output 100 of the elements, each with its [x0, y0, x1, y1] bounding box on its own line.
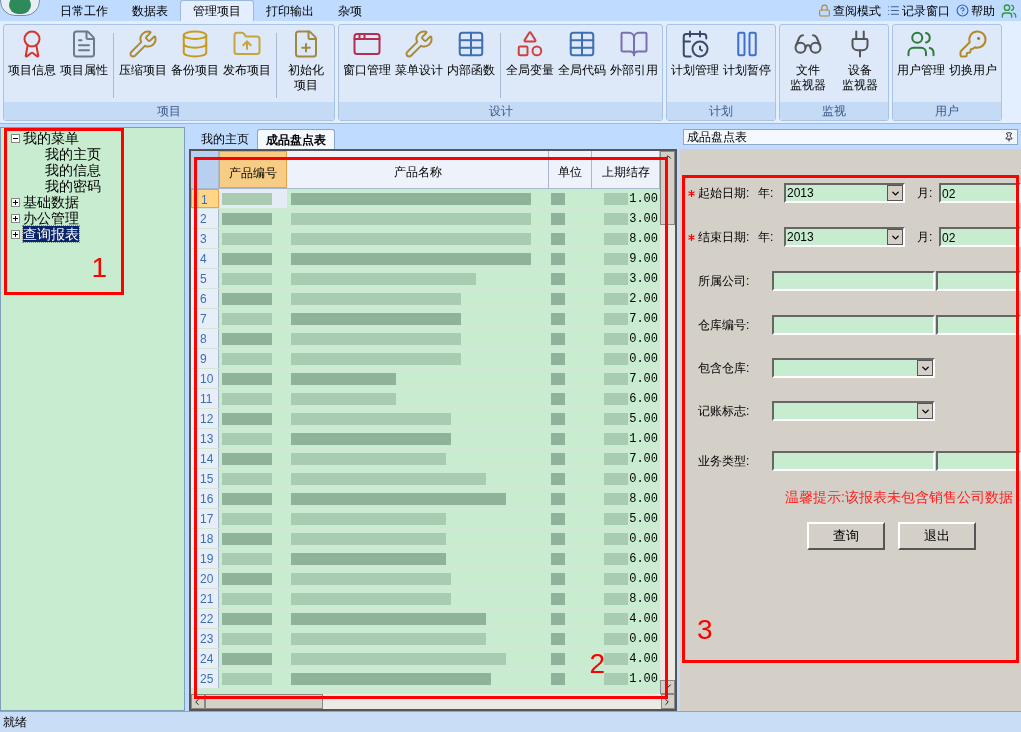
- input-field[interactable]: [936, 271, 1021, 291]
- ribbon-button[interactable]: 全局变量: [504, 29, 556, 102]
- month-field[interactable]: 02: [939, 183, 1021, 203]
- ribbon-button[interactable]: 全局代码: [556, 29, 608, 102]
- row-number[interactable]: 18: [191, 529, 219, 548]
- menu-tab[interactable]: 杂项: [326, 0, 374, 21]
- ribbon-button[interactable]: 压缩项目: [117, 29, 169, 102]
- column-header[interactable]: 产品名称: [287, 151, 549, 188]
- ribbon-button[interactable]: 项目属性: [58, 29, 110, 102]
- row-number[interactable]: 5: [191, 269, 219, 288]
- table-cell-text: 6.00: [629, 390, 658, 408]
- tree-item[interactable]: 办公管理: [23, 210, 79, 226]
- wrench-icon: [404, 29, 434, 59]
- blurred-text: [551, 432, 565, 445]
- table-icon: [456, 29, 486, 59]
- blurred-text: [604, 632, 629, 645]
- menu-tab[interactable]: 数据表: [120, 0, 180, 21]
- input-field[interactable]: [936, 451, 1021, 471]
- blurred-text: [551, 632, 565, 645]
- row-number[interactable]: 8: [191, 329, 219, 348]
- column-header[interactable]: 单位: [549, 151, 592, 188]
- tree-item[interactable]: 基础数据: [23, 194, 79, 210]
- menu-tab[interactable]: 打印输出: [254, 0, 326, 21]
- row-number[interactable]: 21: [191, 589, 219, 608]
- input-field[interactable]: [772, 271, 935, 291]
- table-cell-text: 0.00: [629, 470, 658, 488]
- row-number[interactable]: 25: [191, 669, 219, 688]
- dialog-button[interactable]: 查询: [807, 522, 885, 550]
- row-number[interactable]: 17: [191, 509, 219, 528]
- table-cell-text: 3.00: [629, 210, 658, 228]
- row-number[interactable]: 22: [191, 609, 219, 628]
- scroll-left-icon[interactable]: [192, 696, 202, 707]
- row-number[interactable]: 16: [191, 489, 219, 508]
- row-number[interactable]: 20: [191, 569, 219, 588]
- year-dropdown[interactable]: 2013: [784, 227, 905, 247]
- row-number[interactable]: 13: [191, 429, 219, 448]
- input-field[interactable]: [936, 315, 1021, 335]
- top-link[interactable]: 帮助: [956, 1, 995, 20]
- table-cell-text: 7.00: [629, 310, 658, 328]
- ribbon-button[interactable]: 发布项目: [221, 29, 273, 102]
- input-field[interactable]: [772, 451, 935, 471]
- ribbon-button[interactable]: 内部函数: [445, 29, 497, 102]
- blurred-text: [222, 532, 272, 545]
- ribbon-button[interactable]: 外部引用: [608, 29, 660, 102]
- ribbon-button[interactable]: 计划管理: [669, 29, 721, 102]
- blurred-text: [604, 292, 629, 305]
- document-tab[interactable]: 成品盘点表: [257, 129, 335, 149]
- row-number[interactable]: 11: [191, 389, 219, 408]
- ribbon-button[interactable]: 切换用户: [947, 29, 999, 102]
- ribbon-button[interactable]: 项目信息: [6, 29, 58, 102]
- menu-tab[interactable]: 管理项目: [180, 0, 254, 21]
- row-number[interactable]: 6: [191, 289, 219, 308]
- expand-icon[interactable]: [11, 197, 20, 207]
- row-number[interactable]: 23: [191, 629, 219, 648]
- ribbon-button[interactable]: 备份项目: [169, 29, 221, 102]
- expand-icon[interactable]: [11, 213, 20, 223]
- ribbon-button[interactable]: 窗口管理: [341, 29, 393, 102]
- ribbon-button[interactable]: 文件 监视器: [782, 29, 834, 102]
- users-icon[interactable]: [1001, 2, 1017, 19]
- row-number[interactable]: 7: [191, 309, 219, 328]
- ribbon-button[interactable]: 初始化 项目: [280, 29, 332, 102]
- field-label: 记账标志:: [697, 403, 751, 420]
- ribbon-button[interactable]: 菜单设计: [393, 29, 445, 102]
- tree-item[interactable]: 我的菜单: [23, 130, 79, 146]
- blurred-text: [604, 512, 629, 525]
- menu-tab[interactable]: 日常工作: [48, 0, 120, 21]
- input-field[interactable]: [772, 315, 935, 335]
- dropdown-field[interactable]: [772, 358, 935, 378]
- tree-item[interactable]: 我的密码: [45, 178, 101, 194]
- row-number[interactable]: 1: [191, 189, 219, 208]
- tree-item[interactable]: 我的主页: [45, 146, 101, 162]
- ribbon-button[interactable]: 用户管理: [895, 29, 947, 102]
- top-link[interactable]: 查阅模式: [818, 1, 881, 20]
- row-number[interactable]: 3: [191, 229, 219, 248]
- row-number[interactable]: 19: [191, 549, 219, 568]
- row-number[interactable]: 9: [191, 349, 219, 368]
- expand-icon[interactable]: [11, 229, 20, 239]
- blurred-text: [222, 432, 272, 445]
- dialog-button[interactable]: 退出: [898, 522, 976, 550]
- collapse-icon[interactable]: [11, 133, 20, 143]
- row-number[interactable]: 10: [191, 369, 219, 388]
- ribbon-button[interactable]: 计划暂停: [721, 29, 773, 102]
- row-number[interactable]: 24: [191, 649, 219, 668]
- row-number[interactable]: 15: [191, 469, 219, 488]
- field-label: 结束日期:: [698, 229, 751, 246]
- row-number[interactable]: 12: [191, 409, 219, 428]
- month-field[interactable]: 02: [939, 227, 1021, 247]
- ribbon-button[interactable]: 设备 监视器: [834, 29, 886, 102]
- row-number[interactable]: 4: [191, 249, 219, 268]
- pin-icon[interactable]: [1004, 132, 1014, 142]
- year-dropdown[interactable]: 2013: [784, 183, 905, 203]
- row-number[interactable]: 2: [191, 209, 219, 228]
- document-tab[interactable]: 我的主页: [193, 129, 257, 149]
- row-number[interactable]: 14: [191, 449, 219, 468]
- top-link[interactable]: 记录窗口: [887, 1, 950, 20]
- tree-item[interactable]: 查询报表: [23, 226, 79, 242]
- table-cell-text: 3.00: [629, 270, 658, 288]
- scroll-right-icon[interactable]: [662, 696, 672, 707]
- tree-item[interactable]: 我的信息: [45, 162, 101, 178]
- dropdown-field[interactable]: [772, 401, 935, 421]
